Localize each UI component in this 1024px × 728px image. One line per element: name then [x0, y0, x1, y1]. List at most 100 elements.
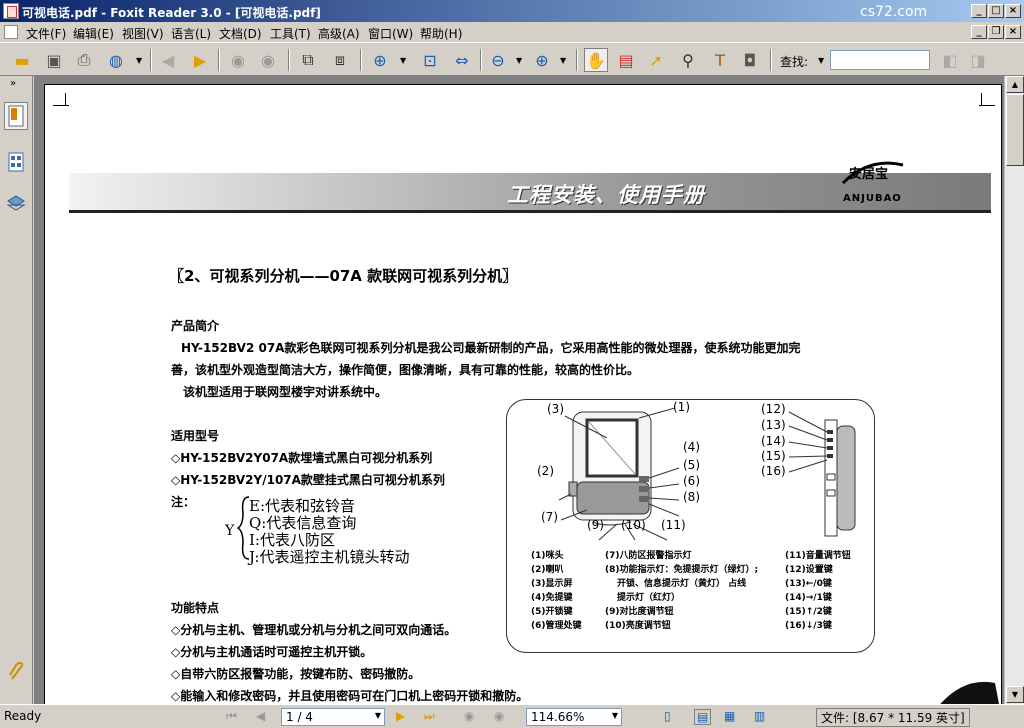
fit-page-icon[interactable]: ⊡: [418, 48, 442, 72]
doc-close-icon[interactable]: ×: [1005, 25, 1021, 39]
email-dropdown-icon[interactable]: ▼: [136, 56, 142, 65]
callout-7: (7): [541, 510, 558, 524]
minimize-icon[interactable]: _: [971, 4, 987, 18]
save-icon[interactable]: ▣: [42, 48, 66, 72]
find-prev-icon[interactable]: ◧: [938, 48, 962, 72]
facing-icon[interactable]: ▦: [724, 709, 735, 723]
legend-10: (10)亮度调节钮: [605, 621, 671, 631]
foxit-app-icon[interactable]: [3, 3, 19, 19]
continuous-facing-icon[interactable]: ▥: [754, 709, 765, 723]
callout-10: (10): [621, 518, 646, 532]
callout-11: (11): [661, 518, 686, 532]
extract-icon[interactable]: ⧉: [296, 48, 320, 72]
find-icon[interactable]: ⚲: [676, 48, 700, 72]
forward-icon[interactable]: ◉: [256, 48, 280, 72]
legend-9: (9)对比度调节钮: [605, 607, 674, 617]
doc-minimize-icon[interactable]: _: [971, 25, 987, 39]
status-ready: Ready: [4, 709, 42, 723]
camera-icon[interactable]: ◘: [738, 48, 762, 72]
next-page-icon[interactable]: ▶: [188, 48, 212, 72]
zoom-out-minus-icon[interactable]: ⊖: [486, 48, 510, 72]
layers-icon[interactable]: [4, 190, 28, 218]
callout-3: (3): [547, 402, 564, 416]
print-icon[interactable]: ⎙: [72, 48, 96, 72]
menu-advanced[interactable]: 高级(A): [318, 25, 360, 42]
document-icon[interactable]: [4, 25, 18, 39]
find-dropdown-icon[interactable]: ▼: [818, 56, 824, 65]
page-number: 1 / 4: [286, 710, 313, 724]
legend-5: (5)开锁键: [531, 607, 573, 617]
scroll-up-icon[interactable]: ▲: [1006, 76, 1024, 93]
zoom-in-icon[interactable]: ⊕: [368, 48, 392, 72]
next-view-icon[interactable]: ◉: [494, 709, 504, 723]
document-view[interactable]: 工程安装、使用手册 安居宝 ANJUBAO 〖2、可视系列分机——07A 款联网…: [34, 76, 1004, 704]
zoom-in-plus-icon[interactable]: ⊕: [530, 48, 554, 72]
vertical-scrollbar[interactable]: ▲ ▼: [1004, 76, 1024, 704]
next-page-small-icon[interactable]: ▶: [396, 709, 405, 723]
find-input[interactable]: [830, 50, 930, 70]
hand-tool-icon[interactable]: ✋: [584, 48, 608, 72]
select-icon[interactable]: ➚: [644, 48, 668, 72]
continuous-icon[interactable]: ▤: [694, 709, 712, 725]
scroll-thumb[interactable]: [1006, 94, 1024, 166]
menu-view[interactable]: 视图(V): [122, 25, 164, 42]
first-page-icon[interactable]: ⏮: [226, 709, 237, 724]
menu-file[interactable]: 文件(F): [26, 25, 66, 42]
fit-width-icon[interactable]: ⇔: [450, 48, 474, 72]
legend-16: (16)↓/3键: [785, 621, 832, 631]
zoom-in-dropdown-icon[interactable]: ▼: [560, 56, 566, 65]
thumbnails-icon[interactable]: [4, 148, 28, 176]
menu-help[interactable]: 帮助(H): [420, 25, 462, 42]
single-page-icon[interactable]: ▯: [664, 709, 671, 723]
close-icon[interactable]: ×: [1005, 4, 1021, 18]
attachments-icon[interactable]: [4, 658, 28, 686]
menu-window[interactable]: 窗口(W): [368, 25, 413, 42]
menu-tools[interactable]: 工具(T): [270, 25, 311, 42]
zoom-dropdown-icon[interactable]: ▼: [400, 56, 406, 65]
model-item-1: ◇HY-152BV2Y07A款埋墙式黑白可视分机系列: [171, 451, 433, 465]
expand-panel-icon[interactable]: »: [10, 78, 16, 89]
legend-14: (14)→/1键: [785, 593, 832, 603]
pdf-page: 工程安装、使用手册 安居宝 ANJUBAO 〖2、可视系列分机——07A 款联网…: [44, 84, 1002, 704]
prev-page-icon[interactable]: ◀: [156, 48, 180, 72]
callout-12: (12): [761, 402, 786, 416]
callout-4: (4): [683, 440, 700, 454]
scroll-down-icon[interactable]: ▼: [1006, 686, 1024, 703]
feature-item-4: ◇能输入和修改密码，并且使用密码可在门口机上密码开锁和撤防。: [171, 689, 529, 703]
page-dropdown-icon[interactable]: ▼: [375, 711, 381, 720]
insert-icon[interactable]: ⧈: [328, 48, 352, 72]
legend-4: (4)免提键: [531, 593, 573, 603]
typewriter-icon[interactable]: T: [708, 48, 732, 72]
maximize-icon[interactable]: □: [988, 4, 1004, 18]
prev-view-icon[interactable]: ◉: [464, 709, 474, 723]
find-next-icon[interactable]: ◨: [966, 48, 990, 72]
corner-decoration: [940, 681, 999, 704]
email-icon[interactable]: ◍: [104, 48, 128, 72]
legend-3: (3)显示屏: [531, 579, 573, 589]
open-icon[interactable]: ▬: [10, 48, 34, 72]
intro-paragraph-3: 该机型适用于联网型楼宇对讲系统中。: [183, 385, 388, 399]
status-bar: Ready ⏮ ◀ 1 / 4 ▼ ▶ ⏭ ◉ ◉ 114.66% ▼ ▯ ▤ …: [0, 704, 1024, 728]
doc-restore-icon[interactable]: ❐: [988, 25, 1004, 39]
page-number-field[interactable]: 1 / 4 ▼: [281, 708, 385, 726]
watermark-text: cs72.com: [860, 4, 928, 20]
menu-edit[interactable]: 编辑(E): [73, 25, 114, 42]
callout-8: (8): [683, 490, 700, 504]
legend-13: (13)←/0键: [785, 579, 832, 589]
callout-13: (13): [761, 418, 786, 432]
header-rule: [69, 210, 991, 213]
last-page-icon[interactable]: ⏭: [424, 709, 435, 724]
legend-8b: 开锁、信息提示灯（黄灯） 占线: [617, 579, 747, 589]
snapshot-icon[interactable]: ▤: [614, 48, 638, 72]
callout-6: (6): [683, 474, 700, 488]
intro-paragraph-1: HY-152BV2 07A款彩色联网可视系列分机是我公司最新研制的产品，它采用高…: [181, 341, 801, 355]
zoom-level-dropdown-icon[interactable]: ▼: [612, 711, 618, 720]
back-icon[interactable]: ◉: [226, 48, 250, 72]
zoom-out-dropdown-icon[interactable]: ▼: [516, 56, 522, 65]
menu-document[interactable]: 文档(D): [219, 25, 262, 42]
prev-page-small-icon[interactable]: ◀: [256, 709, 265, 723]
zoom-field[interactable]: 114.66% ▼: [526, 708, 622, 726]
callout-15: (15): [761, 449, 786, 463]
bookmarks-icon[interactable]: [4, 102, 28, 130]
menu-language[interactable]: 语言(L): [171, 25, 211, 42]
